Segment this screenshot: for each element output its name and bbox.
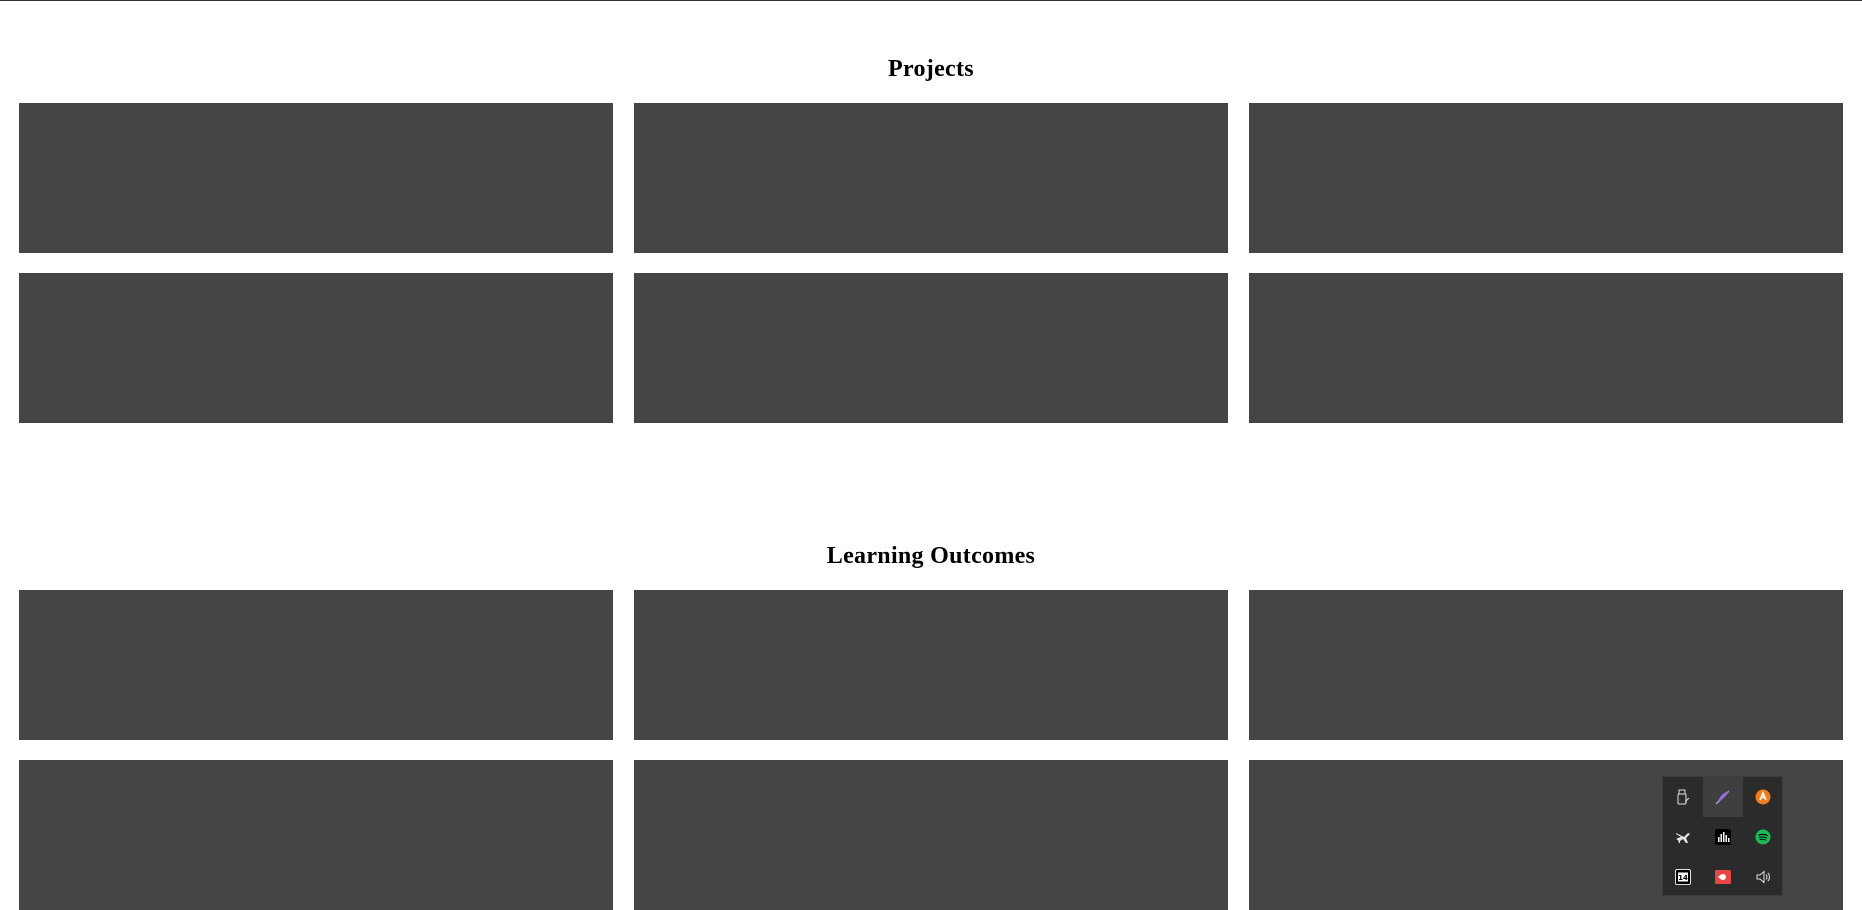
screen-recorder-icon[interactable] — [1703, 857, 1743, 897]
projects-grid — [19, 103, 1843, 423]
project-card[interactable] — [1249, 273, 1843, 423]
outcome-card[interactable] — [19, 590, 613, 740]
project-card[interactable] — [19, 103, 613, 253]
avast-antivirus-icon[interactable] — [1743, 777, 1783, 817]
outcome-card[interactable] — [1249, 590, 1843, 740]
projects-heading: Projects — [888, 56, 974, 82]
spotify-icon[interactable] — [1743, 817, 1783, 857]
outcome-card[interactable] — [19, 760, 613, 910]
system-tray-overflow: 14 — [1662, 776, 1783, 896]
project-card[interactable] — [634, 103, 1228, 253]
project-card[interactable] — [634, 273, 1228, 423]
usb-drive-icon[interactable] — [1663, 777, 1703, 817]
top-border — [0, 0, 1862, 1]
project-card[interactable] — [19, 273, 613, 423]
audio-bars-icon[interactable] — [1703, 817, 1743, 857]
outcome-card[interactable] — [634, 760, 1228, 910]
learning-outcomes-heading: Learning Outcomes — [826, 543, 1036, 569]
project-card[interactable] — [1249, 103, 1843, 253]
learning-outcomes-grid — [19, 590, 1843, 910]
speaker-volume-icon[interactable] — [1743, 857, 1783, 897]
calendar-14-icon[interactable]: 14 — [1663, 857, 1703, 897]
airplane-icon[interactable] — [1663, 817, 1703, 857]
feather-pen-icon[interactable] — [1703, 777, 1743, 817]
outcome-card[interactable] — [634, 590, 1228, 740]
calendar-day-label: 14 — [1678, 874, 1688, 882]
